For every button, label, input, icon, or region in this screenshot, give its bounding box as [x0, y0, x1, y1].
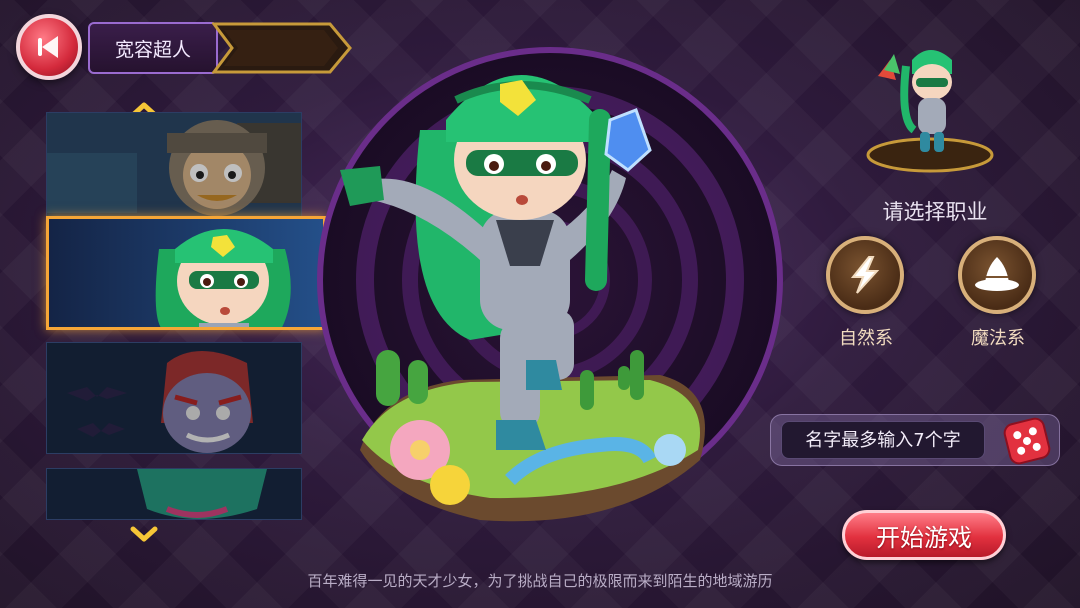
class-select-prompt: 请选择职业 — [882, 200, 988, 224]
hero-card-3[interactable] — [46, 342, 302, 454]
lightning-icon — [850, 256, 880, 294]
hero-list — [46, 102, 336, 542]
start-game-button[interactable]: 开始游戏 — [842, 510, 1006, 560]
hero-card-4[interactable] — [46, 468, 302, 520]
hero-portrait-green-girl — [49, 219, 323, 327]
wizard-hat-icon — [975, 257, 1019, 291]
magic-class-button[interactable] — [958, 236, 1036, 314]
scroll-down-chevron-icon[interactable] — [130, 526, 158, 542]
magic-class-label: 魔法系 — [971, 328, 1025, 349]
hero-showcase — [317, 47, 783, 522]
hero-card-1[interactable] — [46, 112, 302, 224]
nature-class-button[interactable] — [826, 236, 904, 314]
random-name-dice-icon[interactable] — [999, 413, 1055, 469]
hero-portrait-partial — [47, 469, 301, 519]
back-arrow-icon — [38, 36, 58, 58]
hero-portrait-robot — [47, 113, 301, 223]
nature-class-label: 自然系 — [839, 328, 893, 349]
hero-preview — [866, 50, 994, 173]
hero-card-2[interactable] — [46, 216, 326, 330]
back-button[interactable] — [16, 14, 82, 80]
hero-portrait-vampire — [47, 343, 301, 453]
name-input[interactable] — [781, 421, 985, 459]
hero-description: 百年难得一见的天才少女，为了挑战自己的极限而来到陌生的地域游历 — [307, 572, 773, 590]
page-title: 宽容超人 — [88, 22, 218, 74]
name-entry — [770, 414, 1060, 466]
